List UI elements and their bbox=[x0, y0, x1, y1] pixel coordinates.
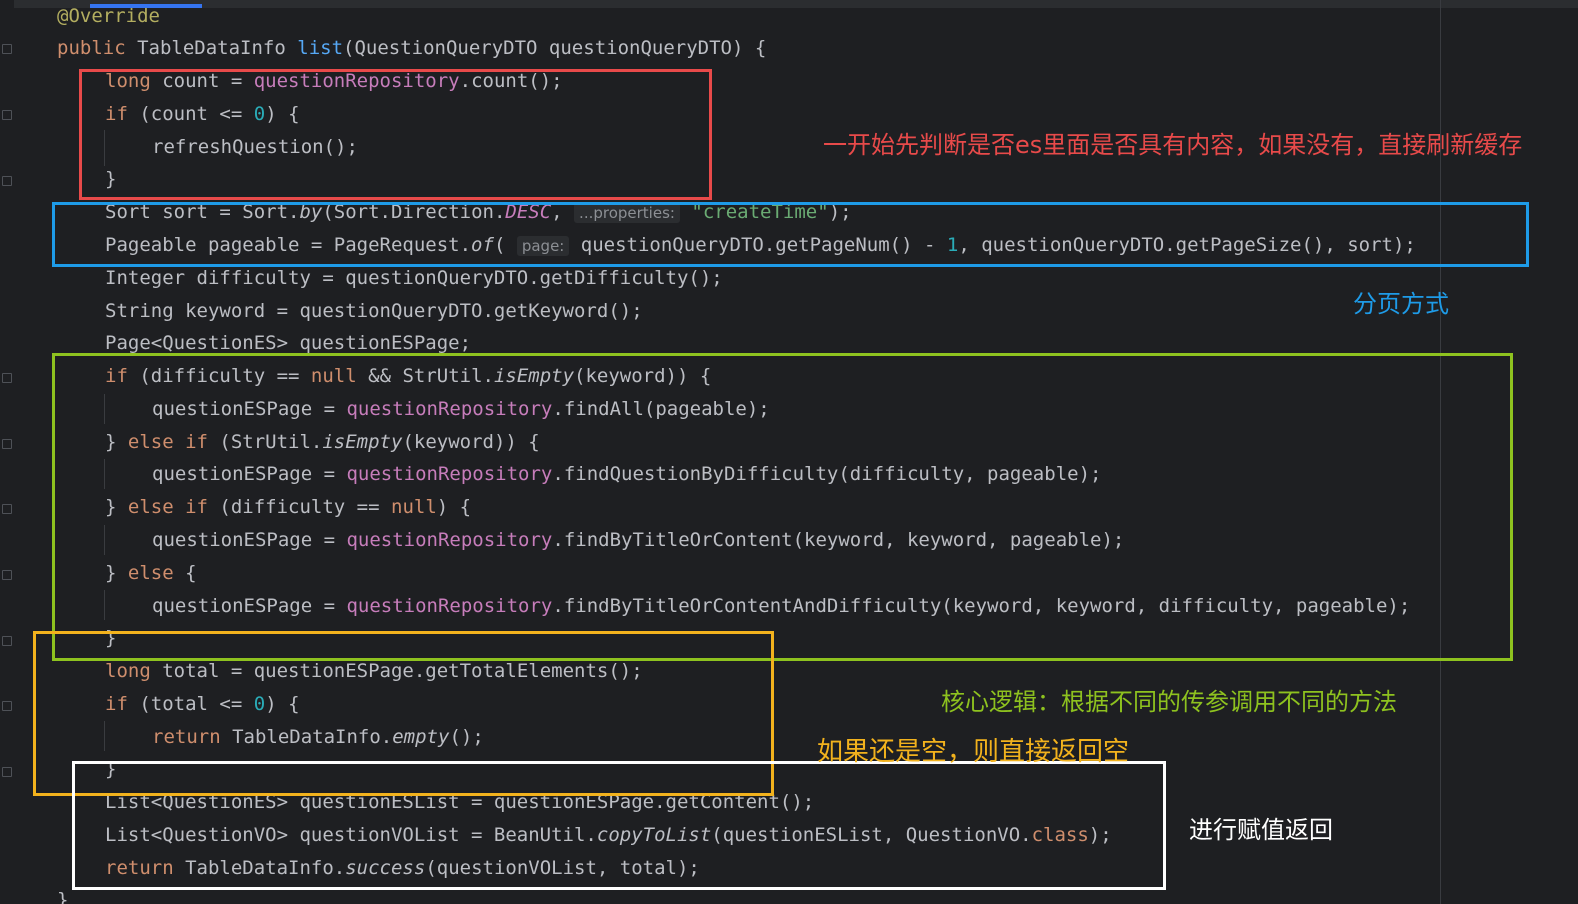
annotation-note-yellow: 如果还是空，则直接返回空 bbox=[817, 737, 1130, 767]
fold-marker-icon[interactable] bbox=[2, 110, 12, 120]
code-token: } bbox=[57, 889, 69, 904]
annotation-note-green: 核心逻辑：根据不同的传参调用不同的方法 bbox=[941, 688, 1397, 716]
annotation-note-white: 进行赋值返回 bbox=[1189, 816, 1333, 844]
code-line: String keyword = questionQueryDTO.getKey… bbox=[105, 295, 643, 328]
fold-marker-icon[interactable] bbox=[2, 636, 12, 646]
fold-marker-icon[interactable] bbox=[2, 44, 12, 54]
annotation-note-red: 一开始先判断是否es里面是否具有内容，如果没有，直接刷新缓存 bbox=[823, 131, 1523, 159]
code-line: @Override bbox=[57, 0, 160, 33]
code-line: public TableDataInfo list(QuestionQueryD… bbox=[57, 32, 766, 65]
editor-gutter bbox=[0, 0, 14, 904]
fold-marker-icon[interactable] bbox=[2, 373, 12, 383]
fold-marker-icon[interactable] bbox=[2, 570, 12, 580]
highlight-box-blue bbox=[52, 202, 1529, 267]
fold-marker-icon[interactable] bbox=[2, 504, 12, 514]
code-editor[interactable]: @Override public TableDataInfo list(Ques… bbox=[0, 0, 1578, 904]
editor-tab-bar bbox=[0, 0, 1578, 8]
keyword-token: public bbox=[57, 37, 126, 59]
fold-marker-icon[interactable] bbox=[2, 176, 12, 186]
fold-marker-icon[interactable] bbox=[2, 767, 12, 777]
fold-marker-icon[interactable] bbox=[2, 439, 12, 449]
code-token: Integer difficulty = questionQueryDTO.ge… bbox=[105, 267, 723, 289]
method-name-token: list bbox=[297, 37, 344, 59]
code-token: String keyword = questionQueryDTO.getKey… bbox=[105, 300, 643, 322]
params-token: (QuestionQueryDTO questionQueryDTO) { bbox=[343, 37, 767, 59]
highlight-box-red bbox=[79, 69, 712, 200]
annotation-note-blue: 分页方式 bbox=[1353, 290, 1449, 318]
highlight-box-white bbox=[72, 761, 1166, 890]
code-line: } bbox=[57, 884, 68, 904]
code-token: Page<QuestionES> questionESPage; bbox=[105, 332, 472, 354]
type-token: TableDataInfo bbox=[137, 37, 286, 59]
annotation-token: @Override bbox=[57, 5, 160, 27]
fold-marker-icon[interactable] bbox=[2, 701, 12, 711]
highlight-box-green bbox=[52, 353, 1513, 661]
